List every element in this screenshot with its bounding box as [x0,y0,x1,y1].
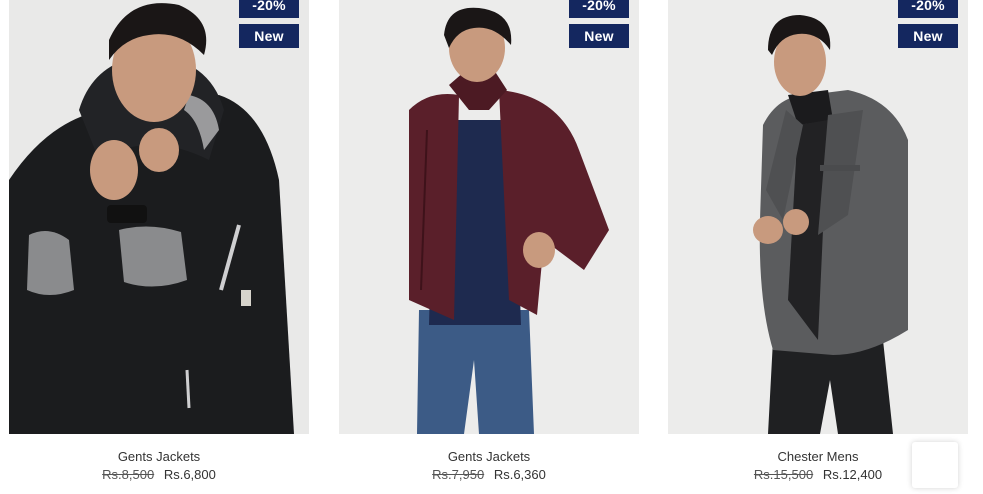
product-title[interactable]: Gents Jackets [9,449,309,464]
black-hooded-jacket-photo [9,0,309,434]
product-title[interactable]: Gents Jackets [339,449,639,464]
sale-price: Rs.12,400 [822,467,883,482]
discount-badge: -20% [239,0,299,18]
old-price: Rs.15,500 [753,467,814,482]
product-price: Rs.7,950 Rs.6,360 [339,467,639,482]
new-badge: New [898,24,958,48]
product-image[interactable] [9,0,309,434]
product-price: Rs.8,500 Rs.6,800 [9,467,309,482]
back-to-top-button[interactable] [912,442,958,488]
product-card[interactable]: -20% New Gents Jackets Rs.7,950 Rs.6,360 [339,0,639,494]
product-grid: -20% New Gents Jackets Rs.8,500 Rs.6,800 [0,0,983,494]
maroon-puffer-jacket-photo [339,0,639,434]
sale-price: Rs.6,800 [163,467,216,482]
grey-chester-coat-photo [668,0,968,434]
discount-badge: -20% [898,0,958,18]
old-price: Rs.8,500 [102,467,155,482]
discount-badge: -20% [569,0,629,18]
new-badge: New [239,24,299,48]
old-price: Rs.7,950 [432,467,485,482]
new-badge: New [569,24,629,48]
sale-price: Rs.6,360 [493,467,546,482]
product-image[interactable] [668,0,968,434]
product-card[interactable]: -20% New Chester Mens Rs.15,500 Rs.12,40… [668,0,968,494]
product-card[interactable]: -20% New Gents Jackets Rs.8,500 Rs.6,800 [9,0,309,494]
product-image[interactable] [339,0,639,434]
